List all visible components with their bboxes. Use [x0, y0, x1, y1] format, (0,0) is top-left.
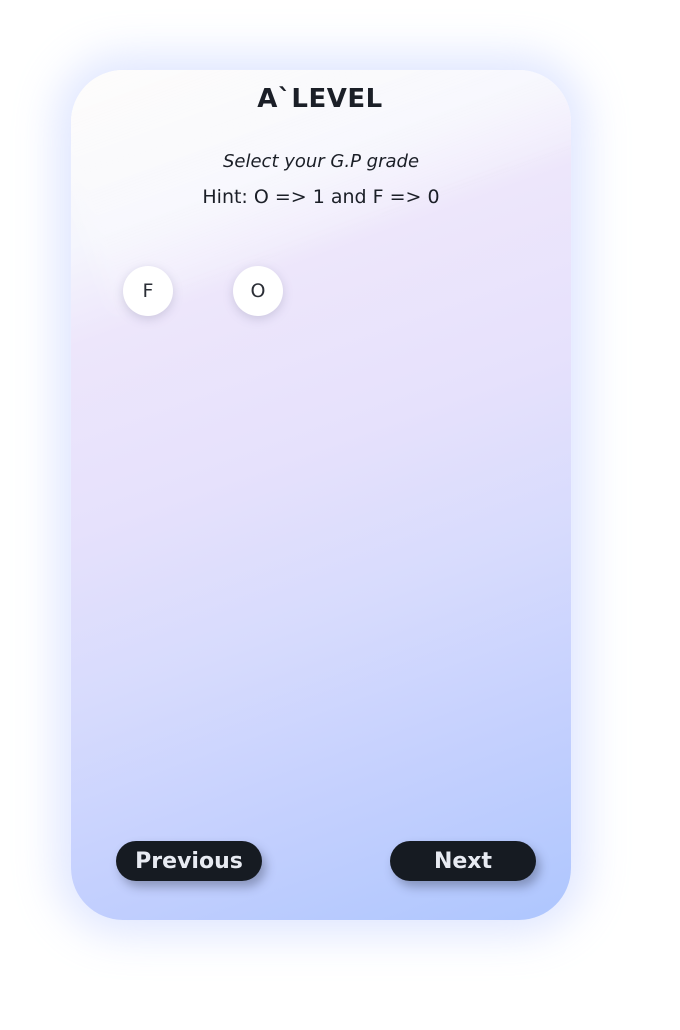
grade-hint: Hint: O => 1 and F => 0 — [202, 186, 440, 208]
page-title: A`LEVEL — [257, 84, 383, 114]
next-button[interactable]: Next — [390, 841, 536, 881]
prompt-subtitle: Select your G.P grade — [222, 151, 420, 172]
page: A`LEVEL Select your G.P grade Hint: O =>… — [0, 0, 680, 1030]
grade-option-f[interactable]: F — [123, 266, 173, 316]
previous-button[interactable]: Previous — [116, 841, 262, 881]
grade-option-o[interactable]: O — [233, 266, 283, 316]
